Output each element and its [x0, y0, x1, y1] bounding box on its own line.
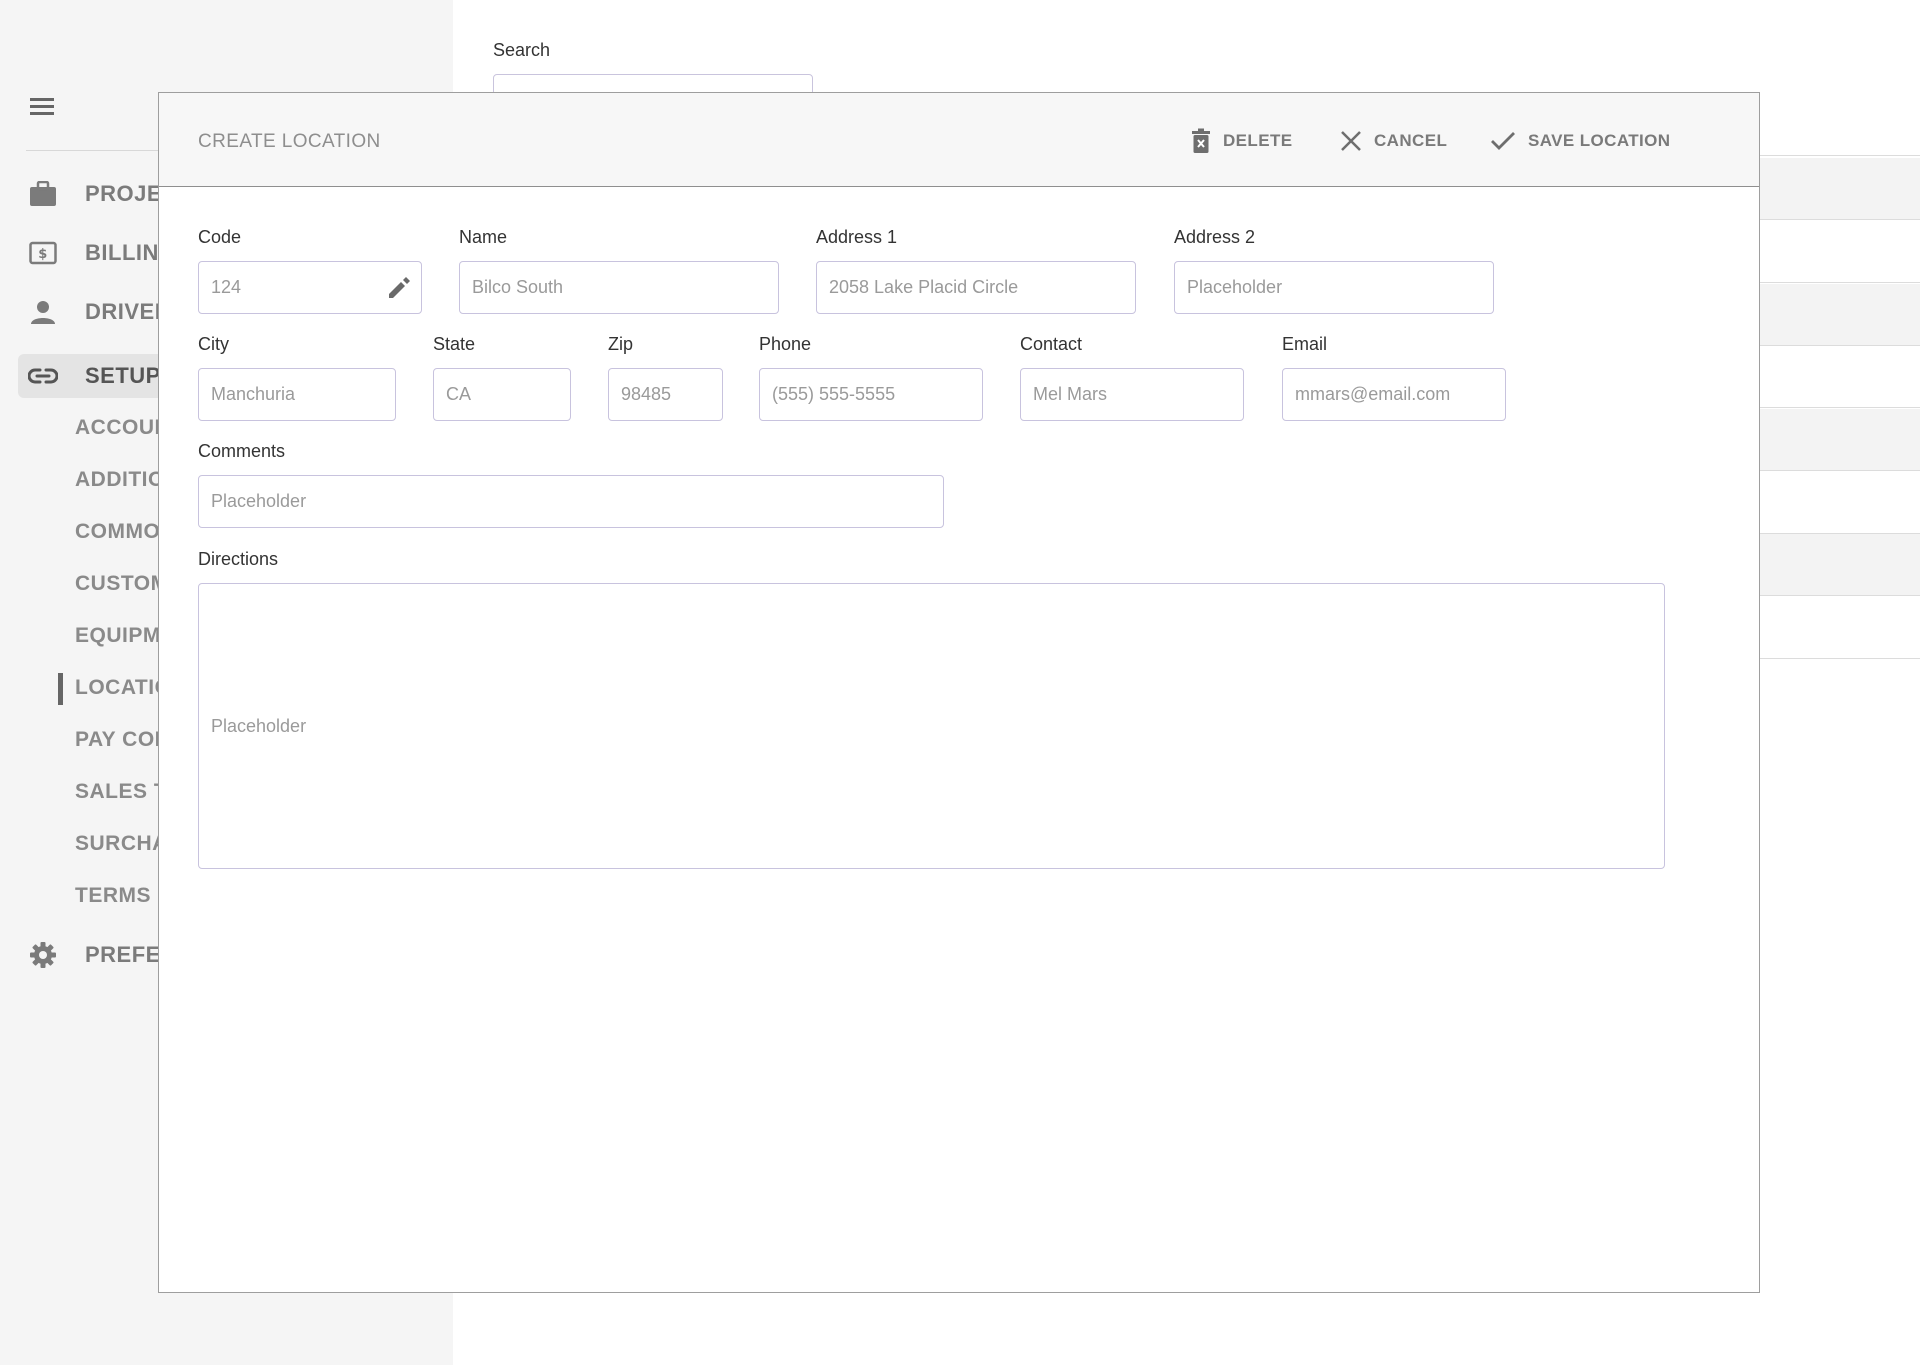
- address1-field[interactable]: 2058 Lake Placid Circle: [816, 261, 1136, 314]
- cancel-button[interactable]: CANCEL: [1340, 123, 1447, 159]
- phone-label: Phone: [759, 334, 812, 354]
- save-location-button[interactable]: SAVE LOCATION: [1490, 123, 1670, 159]
- zip-value: 98485: [621, 384, 672, 404]
- code-label: Code: [198, 227, 242, 247]
- sidebar-subitem-equipment[interactable]: EQUIPM: [75, 624, 161, 648]
- sidebar-subitem-commodities[interactable]: COMMOI: [75, 520, 167, 544]
- city-label: City: [198, 334, 229, 354]
- search-label: Search: [493, 40, 551, 60]
- dollar-icon: $: [28, 238, 58, 268]
- table-row[interactable]: [1760, 409, 1920, 471]
- address2-label: Address 2: [1174, 227, 1256, 247]
- email-label: Email: [1282, 334, 1328, 354]
- code-value: 124: [211, 277, 242, 297]
- table-row[interactable]: [1760, 346, 1920, 408]
- menu-icon[interactable]: [28, 94, 56, 120]
- contact-value: Mel Mars: [1033, 384, 1108, 404]
- link-icon: [28, 361, 58, 391]
- svg-text:$: $: [38, 247, 48, 262]
- comments-label: Comments: [198, 441, 286, 461]
- sidebar-subitem-surcharges[interactable]: SURCHA: [75, 832, 168, 856]
- phone-value: (555) 555-5555: [772, 384, 896, 404]
- state-value: CA: [446, 384, 472, 404]
- table-row[interactable]: [1760, 534, 1920, 596]
- gear-icon: [28, 940, 58, 970]
- sidebar-subitem-customers[interactable]: CUSTOM: [75, 572, 169, 596]
- directions-value: Placeholder: [211, 715, 307, 736]
- zip-label: Zip: [608, 334, 634, 354]
- table-row[interactable]: [1760, 284, 1920, 346]
- close-icon: [1341, 131, 1361, 151]
- sidebar-subitem-locations[interactable]: LOCATIO: [75, 676, 171, 700]
- state-field[interactable]: CA: [433, 368, 571, 421]
- sidebar-subitem-accounts[interactable]: ACCOUN: [75, 416, 170, 440]
- address2-value: Placeholder: [1187, 277, 1283, 297]
- table-row[interactable]: [1760, 94, 1920, 156]
- zip-field[interactable]: 98485: [608, 368, 723, 421]
- table-row[interactable]: [1760, 158, 1920, 220]
- table-row[interactable]: [1760, 472, 1920, 534]
- name-label: Name: [459, 227, 508, 247]
- directions-label: Directions: [198, 549, 279, 569]
- create-location-dialog: CREATE LOCATION DELETE CANCEL SAVE LOCAT…: [158, 92, 1760, 1293]
- comments-value: Placeholder: [211, 491, 307, 511]
- name-value: Bilco South: [472, 277, 564, 297]
- name-field[interactable]: Bilco South: [459, 261, 779, 314]
- email-value: mmars@email.com: [1295, 384, 1451, 404]
- check-icon: [1491, 132, 1515, 150]
- briefcase-icon: [28, 179, 58, 209]
- person-icon: [28, 297, 58, 327]
- table-row[interactable]: [1760, 597, 1920, 659]
- dialog-header: CREATE LOCATION DELETE CANCEL SAVE LOCAT…: [159, 93, 1759, 187]
- directions-textarea[interactable]: Placeholder: [198, 583, 1665, 869]
- address2-field[interactable]: Placeholder: [1174, 261, 1494, 314]
- city-field[interactable]: Manchuria: [198, 368, 396, 421]
- save-location-label: SAVE LOCATION: [1528, 131, 1671, 150]
- city-value: Manchuria: [211, 384, 296, 404]
- dialog-title: CREATE LOCATION: [198, 131, 381, 152]
- address1-value: 2058 Lake Placid Circle: [829, 277, 1019, 297]
- table-row[interactable]: [1760, 221, 1920, 283]
- pencil-icon[interactable]: [385, 274, 413, 302]
- phone-field[interactable]: (555) 555-5555: [759, 368, 983, 421]
- code-field[interactable]: 124: [198, 261, 422, 314]
- active-indicator: [58, 673, 63, 705]
- delete-label: DELETE: [1223, 131, 1293, 150]
- contact-field[interactable]: Mel Mars: [1020, 368, 1244, 421]
- comments-field[interactable]: Placeholder: [198, 475, 944, 528]
- state-label: State: [433, 334, 476, 354]
- email-field[interactable]: mmars@email.com: [1282, 368, 1506, 421]
- contact-label: Contact: [1020, 334, 1083, 354]
- sidebar-subitem-additional[interactable]: ADDITIO: [75, 468, 165, 492]
- delete-button[interactable]: DELETE: [1191, 123, 1292, 159]
- address1-label: Address 1: [816, 227, 898, 247]
- cancel-label: CANCEL: [1374, 131, 1448, 150]
- trash-icon: [1192, 128, 1210, 153]
- sidebar-subitem-pay-codes[interactable]: PAY COD: [75, 728, 170, 752]
